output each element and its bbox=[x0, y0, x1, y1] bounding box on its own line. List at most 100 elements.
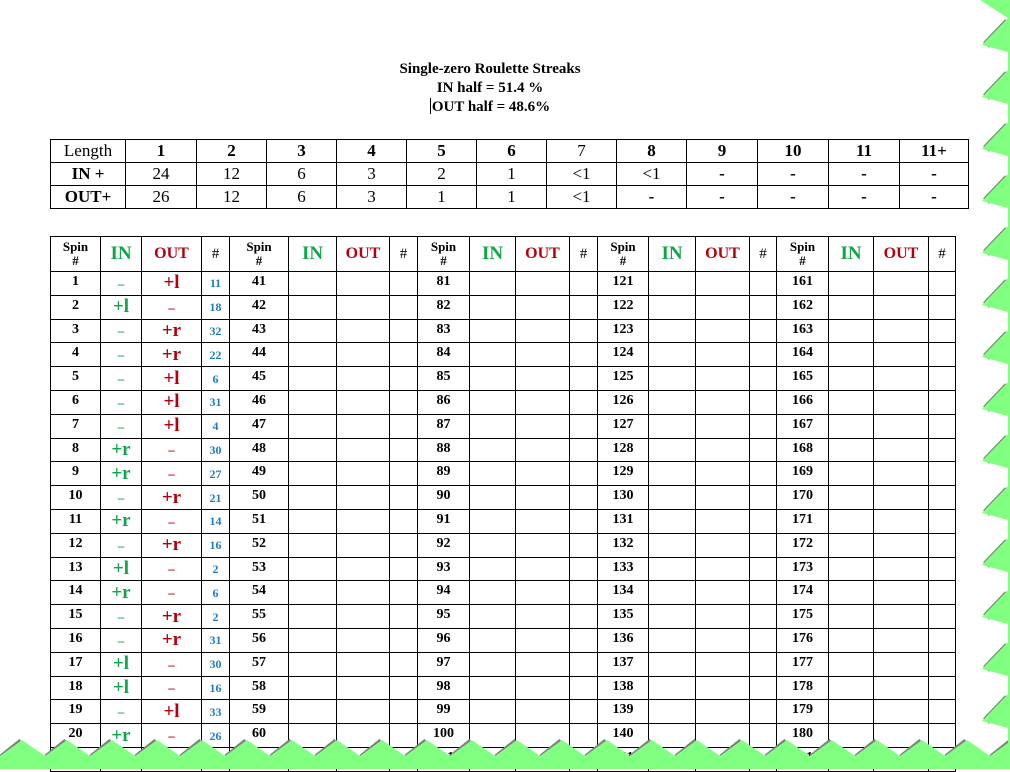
roulette-number-cell[interactable]: 14 bbox=[201, 508, 230, 534]
in-result-cell[interactable] bbox=[648, 723, 696, 748]
spin-number-cell[interactable]: 4 bbox=[50, 342, 101, 368]
in-result-cell[interactable] bbox=[648, 627, 696, 653]
spin-number-cell[interactable]: 93 bbox=[417, 556, 470, 582]
roulette-number-cell[interactable] bbox=[928, 651, 956, 677]
in-result-cell[interactable] bbox=[469, 271, 516, 296]
out-result-cell[interactable] bbox=[695, 604, 750, 629]
in-result-cell[interactable]: +r bbox=[100, 437, 142, 463]
out-result-cell[interactable] bbox=[695, 461, 750, 487]
in-result-cell[interactable] bbox=[648, 366, 696, 391]
out-result-cell[interactable] bbox=[515, 461, 570, 487]
spin-number-cell[interactable]: 161 bbox=[776, 271, 829, 296]
spin-number-cell[interactable]: 16 bbox=[50, 627, 101, 653]
spin-number-cell[interactable]: 52 bbox=[229, 532, 289, 558]
roulette-number-cell[interactable]: 2 bbox=[201, 604, 230, 629]
in-result-cell[interactable] bbox=[828, 604, 874, 629]
spin-number-cell[interactable]: 81 bbox=[417, 271, 470, 296]
out-result-cell[interactable] bbox=[336, 580, 390, 606]
out-result-cell[interactable] bbox=[695, 651, 750, 677]
roulette-number-cell[interactable] bbox=[569, 651, 598, 677]
in-result-cell[interactable]: – bbox=[100, 627, 142, 653]
in-result-cell[interactable] bbox=[288, 508, 337, 534]
roulette-number-cell[interactable] bbox=[569, 723, 598, 748]
roulette-number-cell[interactable] bbox=[928, 389, 956, 415]
spin-number-cell[interactable]: 181 bbox=[776, 746, 829, 772]
in-result-cell[interactable] bbox=[288, 651, 337, 677]
spin-number-cell[interactable]: 168 bbox=[776, 437, 829, 463]
spin-number-cell[interactable]: 10 bbox=[50, 485, 101, 510]
out-result-cell[interactable] bbox=[336, 437, 390, 463]
in-result-cell[interactable] bbox=[288, 318, 337, 344]
roulette-number-cell[interactable] bbox=[569, 342, 598, 368]
in-result-cell[interactable]: – bbox=[100, 413, 142, 439]
out-result-cell[interactable] bbox=[695, 508, 750, 534]
roulette-number-cell[interactable] bbox=[389, 627, 418, 653]
out-result-cell[interactable] bbox=[515, 389, 570, 415]
out-result-cell[interactable] bbox=[336, 271, 390, 296]
spin-number-cell[interactable]: 12 bbox=[50, 532, 101, 558]
out-result-cell[interactable] bbox=[515, 342, 570, 368]
spin-number-cell[interactable]: 130 bbox=[597, 485, 649, 510]
in-result-cell[interactable] bbox=[469, 651, 516, 677]
spin-number-cell[interactable]: 125 bbox=[597, 366, 649, 391]
spin-number-cell[interactable]: 90 bbox=[417, 485, 470, 510]
roulette-number-cell[interactable] bbox=[749, 366, 777, 391]
roulette-number-cell[interactable] bbox=[928, 366, 956, 391]
out-result-cell[interactable] bbox=[873, 651, 929, 677]
in-result-cell[interactable] bbox=[288, 604, 337, 629]
in-result-cell[interactable] bbox=[648, 342, 696, 368]
spin-number-cell[interactable]: 140 bbox=[597, 723, 649, 748]
out-result-cell[interactable] bbox=[873, 699, 929, 725]
spin-number-cell[interactable]: 86 bbox=[417, 389, 470, 415]
out-result-cell[interactable]: +r bbox=[141, 532, 202, 558]
out-result-cell[interactable] bbox=[336, 699, 390, 725]
spin-number-cell[interactable]: 55 bbox=[229, 604, 289, 629]
spin-number-cell[interactable]: 176 bbox=[776, 627, 829, 653]
in-result-cell[interactable] bbox=[469, 508, 516, 534]
in-result-cell[interactable] bbox=[288, 675, 337, 701]
spin-number-cell[interactable]: 178 bbox=[776, 675, 829, 701]
spin-number-cell[interactable]: 84 bbox=[417, 342, 470, 368]
out-result-cell[interactable] bbox=[695, 556, 750, 582]
spin-number-cell[interactable]: 173 bbox=[776, 556, 829, 582]
in-result-cell[interactable] bbox=[828, 627, 874, 653]
in-result-cell[interactable] bbox=[828, 366, 874, 391]
out-result-cell[interactable] bbox=[336, 366, 390, 391]
roulette-number-cell[interactable]: 30 bbox=[201, 437, 230, 463]
out-result-cell[interactable] bbox=[336, 461, 390, 487]
in-result-cell[interactable] bbox=[648, 389, 696, 415]
in-result-cell[interactable]: +l bbox=[100, 675, 142, 701]
roulette-number-cell[interactable] bbox=[569, 437, 598, 463]
out-result-cell[interactable] bbox=[695, 723, 750, 748]
spin-number-cell[interactable]: 180 bbox=[776, 723, 829, 748]
out-result-cell[interactable] bbox=[515, 294, 570, 320]
spin-number-cell[interactable]: 99 bbox=[417, 699, 470, 725]
in-result-cell[interactable] bbox=[828, 723, 874, 748]
roulette-number-cell[interactable]: 26 bbox=[201, 723, 230, 748]
out-result-cell[interactable] bbox=[515, 508, 570, 534]
roulette-number-cell[interactable]: 21 bbox=[201, 485, 230, 510]
roulette-number-cell[interactable]: 27 bbox=[201, 461, 230, 487]
roulette-number-cell[interactable] bbox=[569, 485, 598, 510]
out-result-cell[interactable] bbox=[695, 271, 750, 296]
in-result-cell[interactable] bbox=[648, 651, 696, 677]
in-result-cell[interactable] bbox=[648, 746, 696, 772]
in-result-cell[interactable] bbox=[469, 532, 516, 558]
roulette-number-cell[interactable] bbox=[389, 485, 418, 510]
roulette-number-cell[interactable] bbox=[749, 294, 777, 320]
roulette-number-cell[interactable] bbox=[928, 532, 956, 558]
out-result-cell[interactable] bbox=[336, 508, 390, 534]
out-result-cell[interactable] bbox=[515, 271, 570, 296]
in-result-cell[interactable] bbox=[469, 699, 516, 725]
in-result-cell[interactable] bbox=[828, 342, 874, 368]
out-result-cell[interactable] bbox=[873, 342, 929, 368]
roulette-number-cell[interactable] bbox=[928, 294, 956, 320]
out-result-cell[interactable] bbox=[695, 318, 750, 344]
in-result-cell[interactable] bbox=[100, 746, 142, 772]
out-result-cell[interactable] bbox=[873, 485, 929, 510]
out-result-cell[interactable] bbox=[515, 627, 570, 653]
roulette-number-cell[interactable] bbox=[749, 485, 777, 510]
spin-number-cell[interactable]: 18 bbox=[50, 675, 101, 701]
spin-number-cell[interactable]: 50 bbox=[229, 485, 289, 510]
in-result-cell[interactable] bbox=[288, 461, 337, 487]
